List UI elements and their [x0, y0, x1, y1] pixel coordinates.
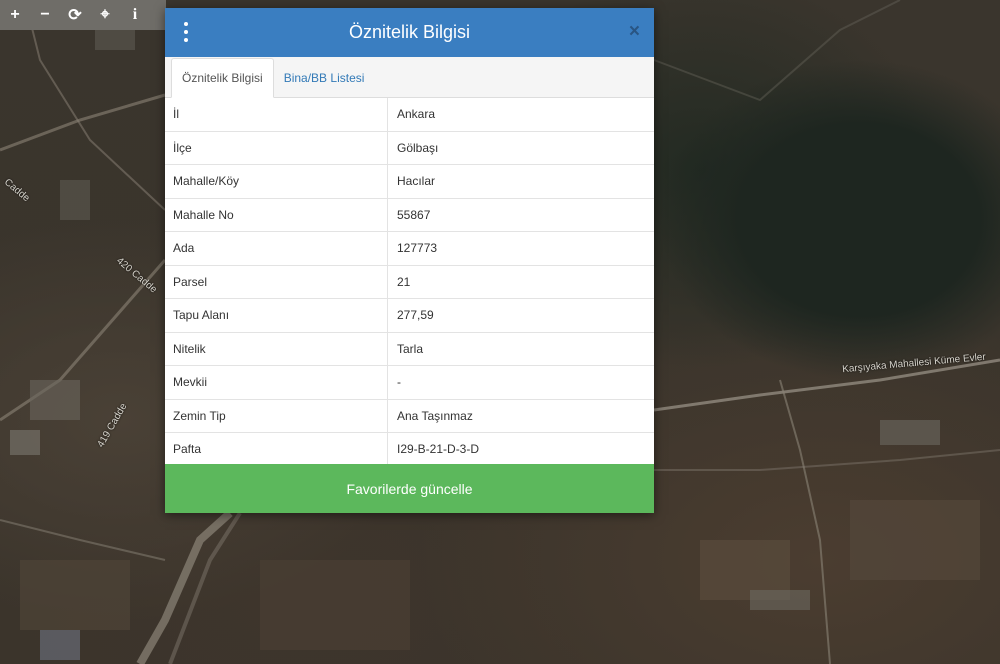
info-button[interactable]: i: [120, 0, 150, 30]
attribute-info-dialog: Öznitelik Bilgisi × Öznitelik Bilgisi Bi…: [165, 8, 654, 513]
refresh-icon: ⟳: [68, 7, 82, 24]
attribute-key: Tapu Alanı: [165, 298, 388, 333]
vertical-dots-menu-icon[interactable]: [181, 22, 191, 42]
table-row: Tapu Alanı 277,59: [165, 298, 654, 333]
info-icon: i: [132, 6, 138, 23]
zoom-in-button[interactable]: +: [0, 0, 30, 30]
attribute-value: 277,59: [387, 298, 654, 333]
attribute-value: 127773: [387, 231, 654, 266]
map-toolbar: + − ⟳ ⌖ i: [0, 0, 166, 30]
attribute-value: Hacılar: [387, 164, 654, 199]
attribute-value: -: [387, 365, 654, 400]
attribute-key: Mahalle/Köy: [165, 164, 388, 199]
attribute-value: Ankara: [387, 98, 654, 132]
attribute-value: Ana Taşınmaz: [387, 399, 654, 433]
attribute-key: İl: [165, 98, 388, 132]
table-row: Mahalle No 55867: [165, 198, 654, 232]
tab-building-list[interactable]: Bina/BB Listesi: [274, 59, 375, 97]
tab-attribute-info[interactable]: Öznitelik Bilgisi: [171, 58, 274, 98]
dialog-header: Öznitelik Bilgisi ×: [165, 8, 654, 57]
attribute-key: Pafta: [165, 432, 388, 467]
attribute-key: Ada: [165, 231, 388, 266]
attribute-value: Gölbaşı: [387, 131, 654, 165]
dialog-tabs: Öznitelik Bilgisi Bina/BB Listesi: [165, 57, 654, 98]
close-icon[interactable]: ×: [629, 21, 640, 43]
minus-icon: −: [40, 6, 50, 23]
table-row: Nitelik Tarla: [165, 332, 654, 366]
table-row: Mevkii -: [165, 365, 654, 400]
table-row: Zemin Tip Ana Taşınmaz: [165, 399, 654, 433]
attribute-key: Parsel: [165, 265, 388, 299]
update-favorites-button[interactable]: Favorilerde güncelle: [165, 464, 654, 513]
attribute-key: Mahalle No: [165, 198, 388, 232]
zoom-out-button[interactable]: −: [30, 0, 60, 30]
locate-icon: ⌖: [100, 6, 110, 23]
table-row: Pafta I29-B-21-D-3-D: [165, 432, 654, 467]
plus-icon: +: [10, 6, 20, 23]
attribute-value: 21: [387, 265, 654, 299]
attribute-key: Nitelik: [165, 332, 388, 366]
refresh-button[interactable]: ⟳: [60, 0, 90, 30]
attribute-key: İlçe: [165, 131, 388, 165]
attribute-key: Mevkii: [165, 365, 388, 400]
attribute-value: I29-B-21-D-3-D: [387, 432, 654, 467]
dialog-title: Öznitelik Bilgisi: [348, 22, 471, 42]
table-row: Ada 127773: [165, 231, 654, 266]
locate-button[interactable]: ⌖: [90, 0, 120, 30]
attribute-key: Zemin Tip: [165, 399, 388, 433]
attribute-value: 55867: [387, 198, 654, 232]
table-row: Mahalle/Köy Hacılar: [165, 164, 654, 199]
table-row: İl Ankara: [165, 98, 654, 132]
attribute-table: İl Ankara İlçe Gölbaşı Mahalle/Köy Hacıl…: [165, 98, 654, 467]
attribute-value: Tarla: [387, 332, 654, 366]
table-row: Parsel 21: [165, 265, 654, 299]
table-row: İlçe Gölbaşı: [165, 131, 654, 165]
